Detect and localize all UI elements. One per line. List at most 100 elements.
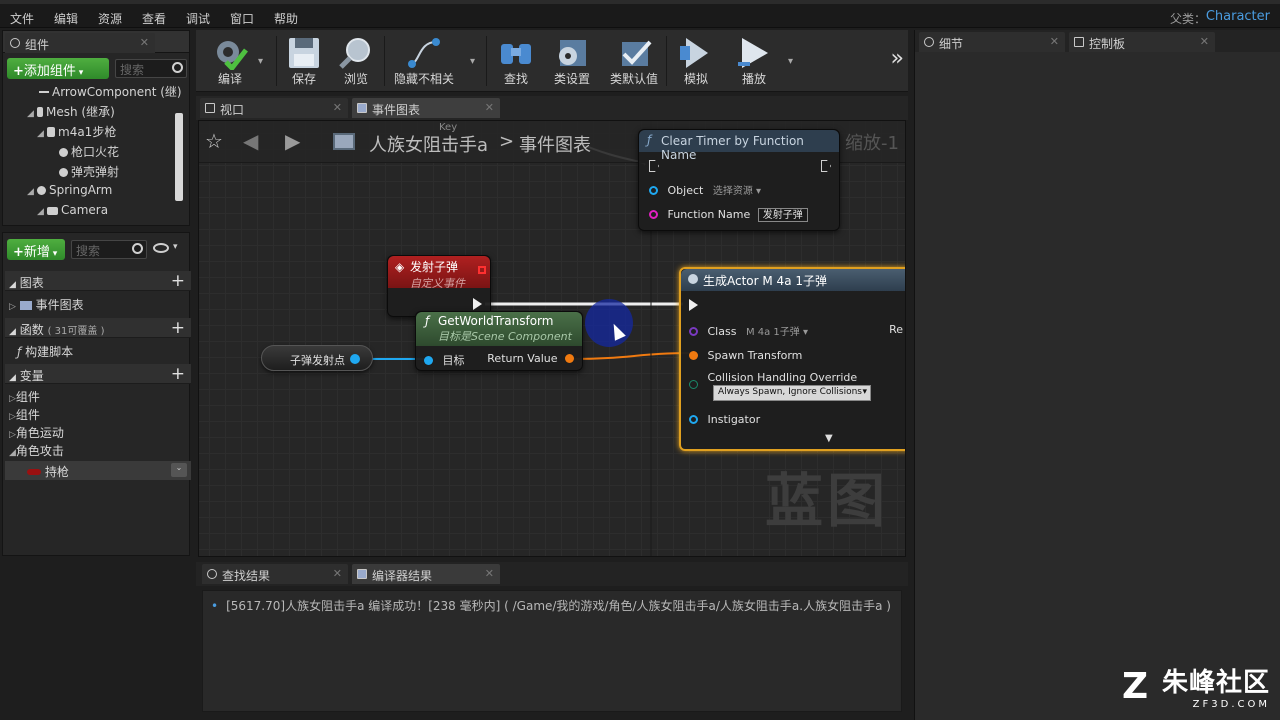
chevron-down-icon[interactable]: ⌄ — [171, 463, 187, 477]
function-name-pin-row[interactable]: Function Name 发射子弹 — [649, 208, 808, 222]
tree-item[interactable]: 弹壳弹射 — [59, 163, 119, 180]
tab-components[interactable]: 组件 ✕ — [5, 33, 155, 53]
forward-arrow-icon[interactable]: ▶ — [285, 129, 300, 153]
tab-find-results[interactable]: 查找结果 ✕ — [202, 564, 348, 584]
collapse-arrow-icon[interactable]: ◢ — [27, 187, 37, 197]
menu-file[interactable]: 文件 — [10, 10, 34, 27]
my-blueprint-search-input[interactable]: 搜索 — [71, 240, 147, 259]
function-name-input[interactable]: 发射子弹 — [757, 208, 808, 222]
section-variables[interactable]: ◢ 变量 + — [5, 364, 191, 384]
spawn-actor-node[interactable]: 生成Actor M 4a 1子弹 Class M 4a 1子弹 ▾ Re Spa… — [679, 267, 905, 451]
variable-getter-node[interactable]: 子弹发射点 — [261, 345, 373, 371]
close-icon[interactable]: ✕ — [485, 101, 494, 114]
new-button[interactable]: +新增 ▾ — [7, 239, 65, 260]
custom-event-node[interactable]: ◈ 发射子弹 自定义事件 — [387, 255, 491, 317]
event-graph-canvas[interactable]: ☆ ◀ ▶ 人族女阻击手a > 事件图表 Key 缩放-1 蓝图 ƒ Clear… — [198, 120, 906, 557]
exec-input-pin[interactable] — [649, 160, 659, 175]
find-button[interactable]: 查找 — [484, 32, 548, 90]
hide-unrelated-chevron-icon[interactable]: ▾ — [470, 56, 475, 67]
advanced-expand-chevron-icon[interactable]: ▼ — [825, 433, 833, 444]
add-variable-icon[interactable]: + — [171, 364, 185, 384]
var-group[interactable]: ▷组件 — [5, 386, 191, 405]
exec-input-pin[interactable] — [689, 299, 698, 314]
collapse-arrow-icon[interactable]: ◢ — [37, 207, 47, 217]
tab-compiler-results[interactable]: 编译器结果 ✕ — [352, 564, 500, 584]
class-settings-button[interactable]: 类设置 — [540, 32, 604, 90]
chevron-down-icon[interactable]: ▾ — [173, 242, 178, 252]
collision-handling-dropdown[interactable]: Always Spawn, Ignore Collisions ▾ — [713, 385, 871, 401]
close-icon[interactable]: ✕ — [333, 567, 342, 580]
collapse-arrow-icon[interactable]: ◢ — [9, 327, 16, 337]
add-graph-icon[interactable]: + — [171, 271, 185, 291]
collapse-arrow-icon[interactable]: ◢ — [37, 129, 47, 139]
tree-item[interactable]: 枪口火花 — [59, 143, 119, 160]
construction-script-item[interactable]: ƒ 构建脚本 — [5, 341, 191, 360]
object-pin-icon[interactable] — [350, 354, 360, 364]
eye-icon[interactable] — [153, 243, 169, 253]
return-value-pin-row[interactable]: Return Value — [487, 352, 574, 365]
event-graph-item[interactable]: ▷ 事件图表 — [5, 294, 191, 313]
target-pin-row[interactable]: 目标 — [424, 352, 465, 368]
toolbar-overflow-icon[interactable]: » — [891, 46, 904, 71]
tab-details[interactable]: 细节 ✕ — [919, 32, 1065, 52]
class-picker[interactable]: M 4a 1子弹 ▾ — [746, 327, 808, 338]
breadcrumb-root[interactable]: 人族女阻击手a — [369, 131, 488, 157]
compile-options-chevron-icon[interactable]: ▾ — [258, 56, 263, 67]
back-arrow-icon[interactable]: ◀ — [243, 129, 258, 153]
collapse-arrow-icon[interactable]: ◢ — [9, 280, 16, 290]
menu-asset[interactable]: 资源 — [98, 10, 122, 27]
variable-item[interactable]: 持枪 ⌄ — [5, 461, 191, 480]
menu-edit[interactable]: 编辑 — [54, 10, 78, 27]
browse-button[interactable]: 浏览 — [324, 32, 388, 90]
parent-class-link[interactable]: Character — [1206, 9, 1270, 24]
menu-view[interactable]: 查看 — [142, 10, 166, 27]
breadcrumb-leaf[interactable]: 事件图表 — [519, 131, 591, 157]
var-group[interactable]: ▷角色运动 — [5, 422, 191, 441]
exec-output-pin[interactable] — [821, 160, 831, 175]
object-asset-picker[interactable]: 选择资源 ▾ — [713, 186, 761, 197]
get-world-transform-node[interactable]: ƒ GetWorldTransform 目标是Scene Component 目… — [415, 311, 583, 371]
play-options-chevron-icon[interactable]: ▾ — [788, 56, 793, 67]
tree-item[interactable]: ◢ Mesh (继承) — [27, 103, 115, 120]
clear-timer-node[interactable]: ƒ Clear Timer by Function Name Object 选择… — [638, 129, 840, 231]
section-graphs[interactable]: ◢ 图表 + — [5, 271, 191, 291]
tree-item[interactable]: ◢ m4a1步枪 — [37, 123, 116, 140]
tree-item[interactable]: ◢ SpringArm — [27, 183, 112, 197]
menu-window[interactable]: 窗口 — [230, 10, 254, 27]
object-pin-row[interactable]: Object 选择资源 ▾ — [649, 182, 761, 197]
close-icon[interactable]: ✕ — [140, 36, 149, 49]
favorite-star-icon[interactable]: ☆ — [205, 129, 223, 153]
class-defaults-button[interactable]: 类默认值 — [602, 32, 666, 90]
collapse-arrow-icon[interactable]: ◢ — [27, 109, 37, 119]
close-icon[interactable]: ✕ — [1200, 35, 1209, 48]
tab-palette[interactable]: 控制板 ✕ — [1069, 32, 1215, 52]
compile-button[interactable]: 编译 — [198, 32, 262, 90]
add-function-icon[interactable]: + — [171, 318, 185, 338]
close-icon[interactable]: ✕ — [485, 567, 494, 580]
hide-unrelated-button[interactable]: 隐藏不相关 — [388, 32, 460, 90]
var-group[interactable]: ◢角色攻击 — [5, 440, 191, 459]
class-pin-row[interactable]: Class M 4a 1子弹 ▾ — [689, 323, 808, 338]
close-icon[interactable]: ✕ — [333, 101, 342, 114]
collapse-arrow-icon[interactable]: ◢ — [9, 448, 16, 458]
menu-help[interactable]: 帮助 — [274, 10, 298, 27]
expand-arrow-icon[interactable]: ▷ — [9, 394, 16, 404]
tab-event-graph[interactable]: 事件图表 ✕ — [352, 98, 500, 118]
play-button[interactable]: 播放 — [722, 32, 786, 90]
simulate-button[interactable]: 模拟 — [664, 32, 728, 90]
scrollbar[interactable] — [175, 113, 183, 201]
components-search-input[interactable]: 搜索 — [115, 59, 187, 78]
spawn-transform-pin-row[interactable]: Spawn Transform — [689, 349, 802, 362]
log-entry[interactable]: • [5617.70]人族女阻击手a 编译成功！[238 毫秒内] ( /Game… — [211, 597, 891, 614]
instigator-pin-row[interactable]: Instigator — [689, 413, 760, 426]
menu-debug[interactable]: 调试 — [186, 10, 210, 27]
section-functions[interactable]: ◢ 函数 ( 31可覆盖 ) + — [5, 318, 191, 338]
expand-arrow-icon[interactable]: ▷ — [9, 412, 16, 422]
add-component-button[interactable]: +添加组件 ▾ — [7, 58, 109, 79]
expand-arrow-icon[interactable]: ▷ — [9, 302, 16, 312]
close-icon[interactable]: ✕ — [1050, 35, 1059, 48]
tree-item[interactable]: ◢ Camera — [37, 203, 108, 217]
var-group[interactable]: ▷组件 — [5, 404, 191, 423]
delegate-pin-icon[interactable] — [478, 266, 486, 274]
tab-viewport[interactable]: 视口 ✕ — [200, 98, 348, 118]
